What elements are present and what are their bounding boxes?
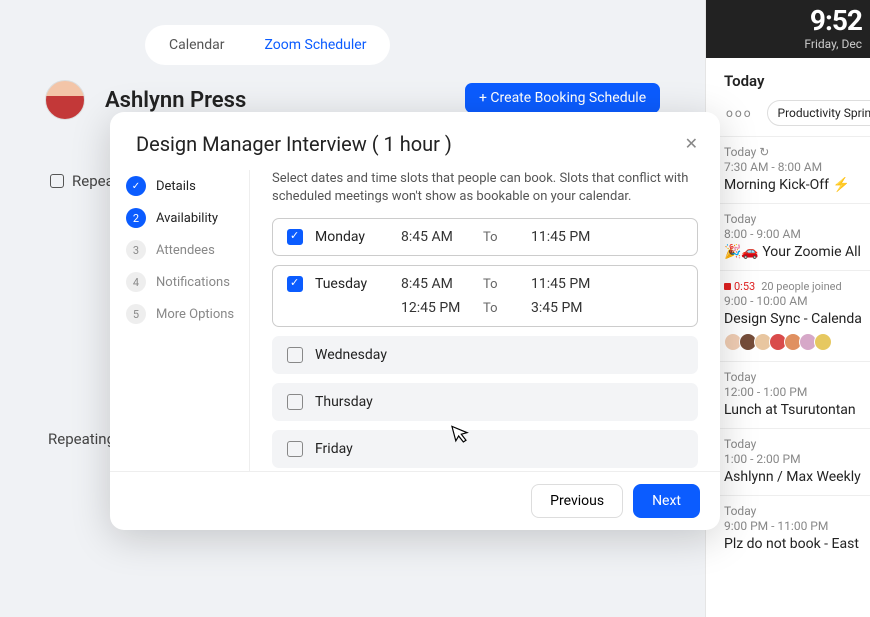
- day-row-tuesday: Tuesday 8:45 AM To 11:45 PM 12:45 PM To …: [272, 265, 698, 327]
- day-label: Thursday: [315, 394, 683, 410]
- time-to[interactable]: 3:45 PM: [531, 300, 611, 316]
- day-label: Friday: [315, 441, 683, 457]
- time-from[interactable]: 8:45 AM: [401, 276, 475, 292]
- step-details[interactable]: Details: [126, 170, 249, 202]
- close-icon[interactable]: ✕: [685, 134, 698, 153]
- day-label: Tuesday: [315, 276, 393, 292]
- availability-form: Select dates and time slots that people …: [250, 170, 720, 471]
- time-from[interactable]: 8:45 AM: [401, 229, 475, 245]
- day-row-monday: Monday 8:45 AM To 11:45 PM: [272, 218, 698, 256]
- step-more-options[interactable]: More Options: [126, 298, 249, 330]
- checkbox-wednesday[interactable]: [287, 347, 303, 363]
- time-to[interactable]: 11:45 PM: [531, 229, 611, 245]
- day-row-thursday: Thursday: [272, 383, 698, 421]
- availability-modal: Design Manager Interview ( 1 hour ) ✕ De…: [110, 112, 720, 530]
- step-notifications[interactable]: Notifications: [126, 266, 249, 298]
- help-text: Select dates and time slots that people …: [272, 170, 698, 206]
- time-to[interactable]: 11:45 PM: [531, 276, 611, 292]
- step-availability[interactable]: Availability: [126, 202, 249, 234]
- step-attendees[interactable]: Attendees: [126, 234, 249, 266]
- next-button[interactable]: Next: [633, 484, 700, 518]
- day-row-wednesday: Wednesday: [272, 336, 698, 374]
- time-from[interactable]: 12:45 PM: [401, 300, 475, 316]
- wizard-steps: Details Availability Attendees Notificat…: [110, 170, 250, 471]
- checkbox-friday[interactable]: [287, 441, 303, 457]
- day-row-friday: Friday: [272, 430, 698, 468]
- day-label: Monday: [315, 229, 393, 245]
- checkbox-tuesday[interactable]: [287, 276, 303, 292]
- checkbox-monday[interactable]: [287, 229, 303, 245]
- previous-button[interactable]: Previous: [531, 484, 623, 518]
- modal-title: Design Manager Interview ( 1 hour ): [110, 112, 720, 170]
- checkbox-thursday[interactable]: [287, 394, 303, 410]
- day-label: Wednesday: [315, 347, 683, 363]
